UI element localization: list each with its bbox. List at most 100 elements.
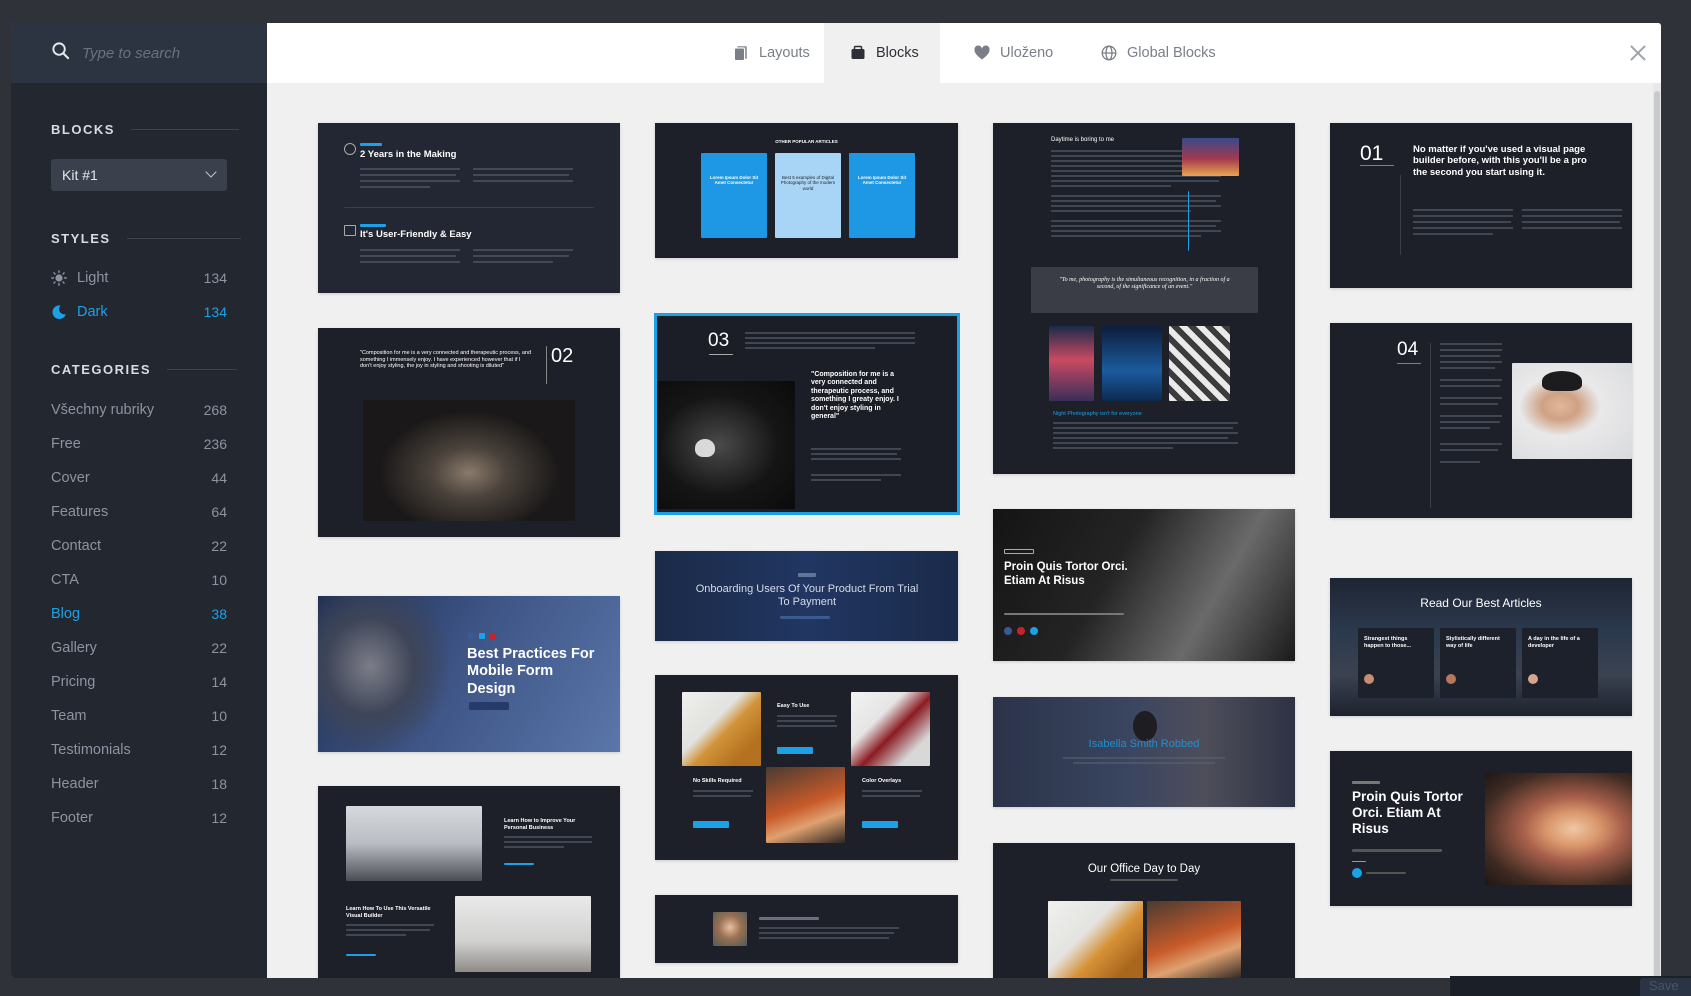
blocks-section-title: BLOCKS (51, 122, 239, 137)
city-image (1182, 138, 1239, 176)
tab-label: Blocks (876, 45, 919, 61)
interior-image (1147, 901, 1241, 978)
style-item-light[interactable]: Light 134 (51, 267, 227, 289)
portrait-image (1512, 363, 1632, 459)
category-item[interactable]: Všechny rubriky 268 (51, 399, 227, 421)
block-title: Learn How To Use This Versatile Visual B… (346, 906, 431, 919)
category-label: CTA (51, 572, 79, 588)
category-item[interactable]: Gallery 22 (51, 637, 227, 659)
block-thumbnail[interactable]: Our Office Day to Day (993, 843, 1295, 978)
block-thumbnail[interactable]: OTHER POPULAR ARTICLES Lorem Ipsum Dolor… (655, 123, 958, 258)
category-label: Pricing (51, 674, 96, 690)
night-image (1169, 326, 1230, 401)
tab-bar (267, 23, 1661, 83)
block-title: 2 Years in the Making (360, 149, 457, 160)
category-item[interactable]: Features 64 (51, 501, 227, 523)
categories-section-title: CATEGORIES (51, 362, 237, 377)
block-quote: "Composition for me is a very connected … (360, 350, 532, 370)
block-number: 04 (1397, 339, 1419, 360)
moon-icon (52, 305, 66, 319)
category-item[interactable]: Testimonials 12 (51, 739, 227, 761)
category-item[interactable]: Free 236 (51, 433, 227, 455)
block-thumbnail[interactable]: Best Practices For Mobile Form Design (318, 596, 620, 752)
category-label: Header (51, 776, 99, 792)
category-label: Features (51, 504, 109, 520)
heart-icon (974, 45, 990, 60)
block-title: Our Office Day to Day (1087, 863, 1201, 875)
style-label: Light (77, 270, 109, 286)
close-icon[interactable] (1627, 42, 1649, 64)
block-number: 03 (708, 330, 730, 351)
block-library-modal: BLOCKS Kit #1 STYLES Light 134 Dark 134 (11, 23, 1661, 978)
author-avatar (713, 912, 747, 946)
scrollbar-thumb[interactable] (1654, 91, 1660, 978)
globe-icon (1101, 45, 1117, 61)
card-title: Lorem Ipsum Dolor Sit Amet Consectetur (857, 175, 907, 186)
office-image (346, 806, 482, 881)
block-quote: "Composition for me is a very connected … (811, 371, 899, 420)
block-heading: OTHER POPULAR ARTICLES (775, 139, 838, 144)
block-heading: Daytime is boring to me (1051, 137, 1115, 143)
block-thumbnail[interactable]: Onboarding Users Of Your Product From Tr… (655, 551, 958, 641)
block-thumbnail[interactable]: 04 (1330, 323, 1632, 518)
block-title: No matter if you've used a visual page b… (1413, 144, 1587, 178)
category-label: Contact (51, 538, 101, 554)
block-title: Onboarding Users Of Your Product From Tr… (695, 583, 919, 609)
divider (167, 369, 237, 370)
night-image (1049, 326, 1094, 401)
block-title: Proin Quis Tortor Orci. Etiam At Risus (1352, 789, 1463, 837)
tree-icon (344, 225, 356, 236)
block-thumbnail[interactable]: "Composition for me is a very connected … (318, 328, 620, 537)
block-thumbnail[interactable]: 01 No matter if you've used a visual pag… (1330, 123, 1632, 288)
divider (130, 129, 239, 130)
block-number: 02 (551, 345, 574, 367)
block-thumbnail-selected[interactable]: 03 "Composition for me is a very connect… (654, 313, 960, 515)
card-title: Best 5 examples of Digital Photography o… (780, 175, 836, 191)
tab-global-blocks[interactable]: Global Blocks (1101, 23, 1241, 83)
block-thumbnail[interactable]: 2 Years in the Making It's User-Friendly… (318, 123, 620, 293)
category-count: 12 (211, 810, 227, 826)
category-item[interactable]: Team 10 (51, 705, 227, 727)
divider (126, 238, 241, 239)
category-item[interactable]: Footer 12 (51, 807, 227, 829)
category-label: Cover (51, 470, 90, 486)
block-thumbnail[interactable]: Proin Quis Tortor Orci. Etiam At Risus (993, 509, 1295, 661)
block-thumbnail[interactable]: Isabella Smith Robbed (993, 697, 1295, 807)
block-thumbnail[interactable] (655, 895, 958, 963)
portrait-image (363, 400, 575, 521)
category-label: Gallery (51, 640, 97, 656)
category-item[interactable]: CTA 10 (51, 569, 227, 591)
category-item[interactable]: Blog 38 (51, 603, 227, 625)
tab-blocks[interactable]: Blocks (824, 23, 940, 83)
block-thumbnail[interactable]: Easy To Use No Skills Required Color Ove… (655, 675, 958, 860)
search-input[interactable] (82, 44, 252, 62)
blocks-title-label: BLOCKS (51, 122, 115, 137)
category-item[interactable]: Pricing 14 (51, 671, 227, 693)
portrait-image (1485, 773, 1632, 885)
category-label: Testimonials (51, 742, 131, 758)
chevron-down-icon (205, 166, 217, 178)
style-label: Dark (77, 304, 108, 320)
search-icon[interactable] (51, 41, 70, 65)
style-item-dark[interactable]: Dark 134 (51, 301, 227, 323)
block-thumbnail[interactable]: Proin Quis Tortor Orci. Etiam At Risus (1330, 751, 1632, 906)
block-thumbnail[interactable]: Daytime is boring to me "To me, photogra… (993, 123, 1295, 474)
kit-dropdown[interactable]: Kit #1 (51, 159, 227, 191)
category-label: Team (51, 708, 87, 724)
tab-saved[interactable]: Uloženo (974, 23, 1074, 83)
blocks-grid: 2 Years in the Making It's User-Friendly… (267, 83, 1661, 978)
category-count: 12 (211, 742, 227, 758)
block-title: Read Our Best Articles (1420, 596, 1542, 610)
block-thumbnail[interactable]: Read Our Best Articles Strangest things … (1330, 578, 1632, 716)
chair-image (1048, 901, 1143, 978)
category-item[interactable]: Contact 22 (51, 535, 227, 557)
layouts-icon (734, 46, 747, 61)
scrollbar-track[interactable] (1653, 83, 1661, 978)
person-name: Isabella Smith Robbed (1088, 738, 1200, 750)
save-button[interactable]: Save (1640, 978, 1691, 996)
category-count: 14 (211, 674, 227, 690)
article-title: Stylistically different way of life (1446, 636, 1500, 649)
category-item[interactable]: Header 18 (51, 773, 227, 795)
block-thumbnail[interactable]: Learn How to Improve Your Personal Busin… (318, 786, 620, 978)
category-item[interactable]: Cover 44 (51, 467, 227, 489)
